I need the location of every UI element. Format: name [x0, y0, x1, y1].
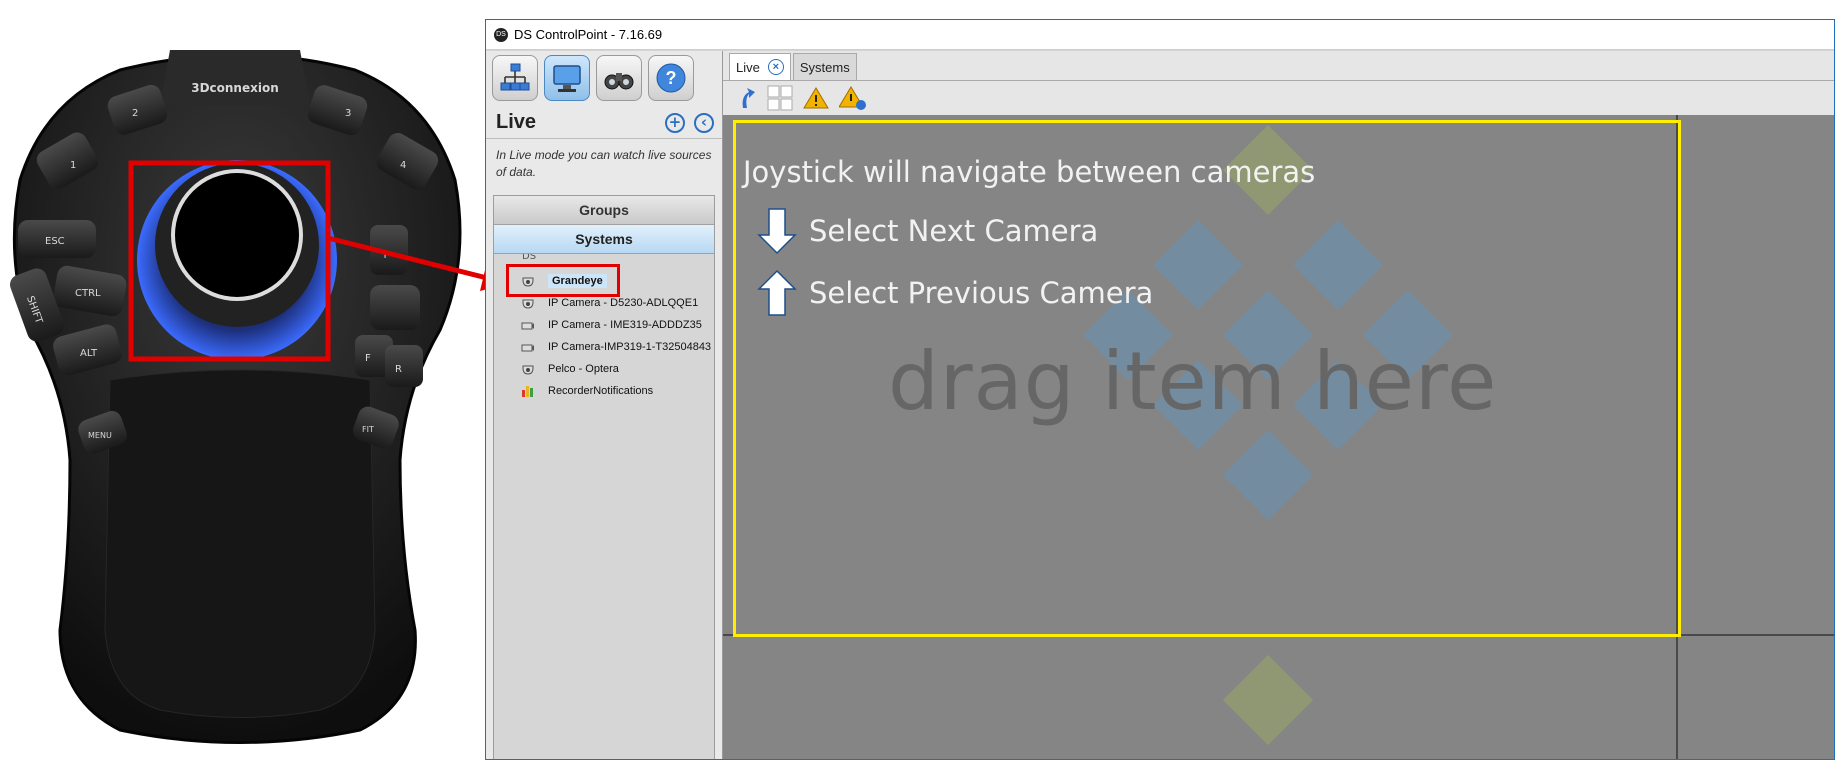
add-button[interactable]: +	[664, 112, 685, 133]
arrow-down-icon	[757, 208, 797, 255]
tab-systems[interactable]: Systems	[792, 53, 857, 80]
systems-button[interactable]: Systems	[494, 225, 714, 254]
tree-item-label: Pelco - Optera	[548, 363, 619, 375]
previous-camera-label: Select Previous Camera	[809, 276, 1154, 310]
ctrl-key-label: CTRL	[75, 288, 101, 299]
close-tab-icon[interactable]: ×	[767, 59, 784, 75]
warning-alarm-icon[interactable]	[839, 85, 867, 111]
rotate-arrow-icon[interactable]	[737, 86, 757, 110]
tree-item-label: IP Camera - IME319-ADDDZ35	[548, 319, 702, 331]
tree-item-recorder[interactable]: RecorderNotifications	[494, 380, 714, 402]
tab-bar: Live × Systems	[723, 51, 1834, 81]
help-button[interactable]: ?	[648, 55, 694, 101]
box-camera-icon	[520, 317, 536, 333]
tree-item-label: IP Camera - D5230-ADLQQE1	[548, 297, 699, 309]
fit-key-label: FIT	[362, 425, 374, 434]
view-toolstrip	[723, 81, 1834, 115]
esc-key-label: ESC	[45, 236, 65, 247]
alt-key-label: ALT	[80, 348, 98, 359]
live-title: Live	[496, 111, 537, 133]
live-header-actions: + ‹	[661, 112, 714, 133]
t-key-label: T	[381, 250, 389, 261]
grandeye-highlight-box	[506, 264, 620, 297]
bar-chart-icon	[520, 383, 536, 399]
arrow-up-icon	[757, 269, 797, 316]
svg-text:?: ?	[666, 68, 677, 88]
box-camera-icon	[520, 339, 536, 355]
key-4-label: 4	[400, 160, 406, 171]
app-logo-icon: DS	[494, 27, 508, 42]
live-description: In Live mode you can watch live sources …	[496, 148, 712, 179]
spacemouse-device: 3Dconnexion 2 3 1 4 ESC CTRL SHIFT ALT M…	[0, 30, 475, 745]
key-1-label: 2	[132, 108, 138, 119]
previous-camera-row: Select Previous Camera	[743, 269, 1315, 317]
tree-item-ime319[interactable]: IP Camera - IME319-ADDDZ35	[494, 314, 714, 336]
groups-button[interactable]: Groups	[494, 196, 714, 225]
tab-label: Live	[736, 59, 760, 75]
next-camera-row: Select Next Camera	[743, 207, 1315, 255]
next-camera-label: Select Next Camera	[809, 214, 1099, 248]
window-titlebar: DS DS ControlPoint - 7.16.69	[486, 20, 1834, 50]
key-1b-label: 1	[70, 160, 76, 171]
tree-item-label: RecorderNotifications	[548, 385, 654, 397]
spacemouse-illustration: 3Dconnexion 2 3 1 4 ESC CTRL SHIFT ALT M…	[9, 50, 462, 744]
binoculars-button[interactable]	[596, 55, 642, 101]
help-icon: ?	[656, 63, 686, 93]
monitor-icon	[553, 65, 581, 92]
f-key-label: F	[365, 353, 371, 364]
tree-root-label: DS	[522, 254, 537, 262]
tree-item-pelco[interactable]: Pelco - Optera	[494, 358, 714, 380]
tree-item-imp319[interactable]: IP Camera-IMP319-1-T32504843	[494, 336, 714, 358]
sidebar-toolbar: ?	[486, 51, 722, 105]
dome-camera-icon	[520, 295, 536, 311]
tab-label: Systems	[799, 59, 850, 75]
collapse-button[interactable]: ‹	[694, 112, 714, 133]
network-icon	[500, 63, 530, 91]
tab-live[interactable]: Live ×	[729, 53, 791, 80]
menu-key-label: MENU	[88, 431, 112, 440]
stage: 3Dconnexion 2 3 1 4 ESC CTRL SHIFT ALT M…	[0, 0, 1835, 770]
network-button[interactable]	[492, 55, 538, 101]
binoculars-icon	[604, 73, 634, 90]
instruction-overlay: Joystick will navigate between cameras S…	[743, 155, 1315, 317]
tree-item-label: IP Camera-IMP319-1-T32504843	[548, 341, 712, 353]
grid-layout-icon[interactable]	[767, 85, 793, 111]
joystick-cap	[175, 173, 299, 297]
brand-logo: 3Dconnexion	[191, 81, 279, 95]
dome-camera-icon	[520, 361, 536, 377]
instruction-heading: Joystick will navigate between cameras	[743, 155, 1316, 189]
window-title: DS ControlPoint - 7.16.69	[514, 27, 663, 42]
r-key-label: R	[395, 364, 402, 375]
live-header: Live + ‹	[486, 105, 722, 139]
warning-icon[interactable]	[803, 86, 829, 110]
monitor-button[interactable]	[544, 55, 590, 101]
key-3-label: 3	[345, 108, 351, 119]
live-sidebar: ? Live + ‹ In Live mode you can watch li…	[486, 51, 723, 759]
